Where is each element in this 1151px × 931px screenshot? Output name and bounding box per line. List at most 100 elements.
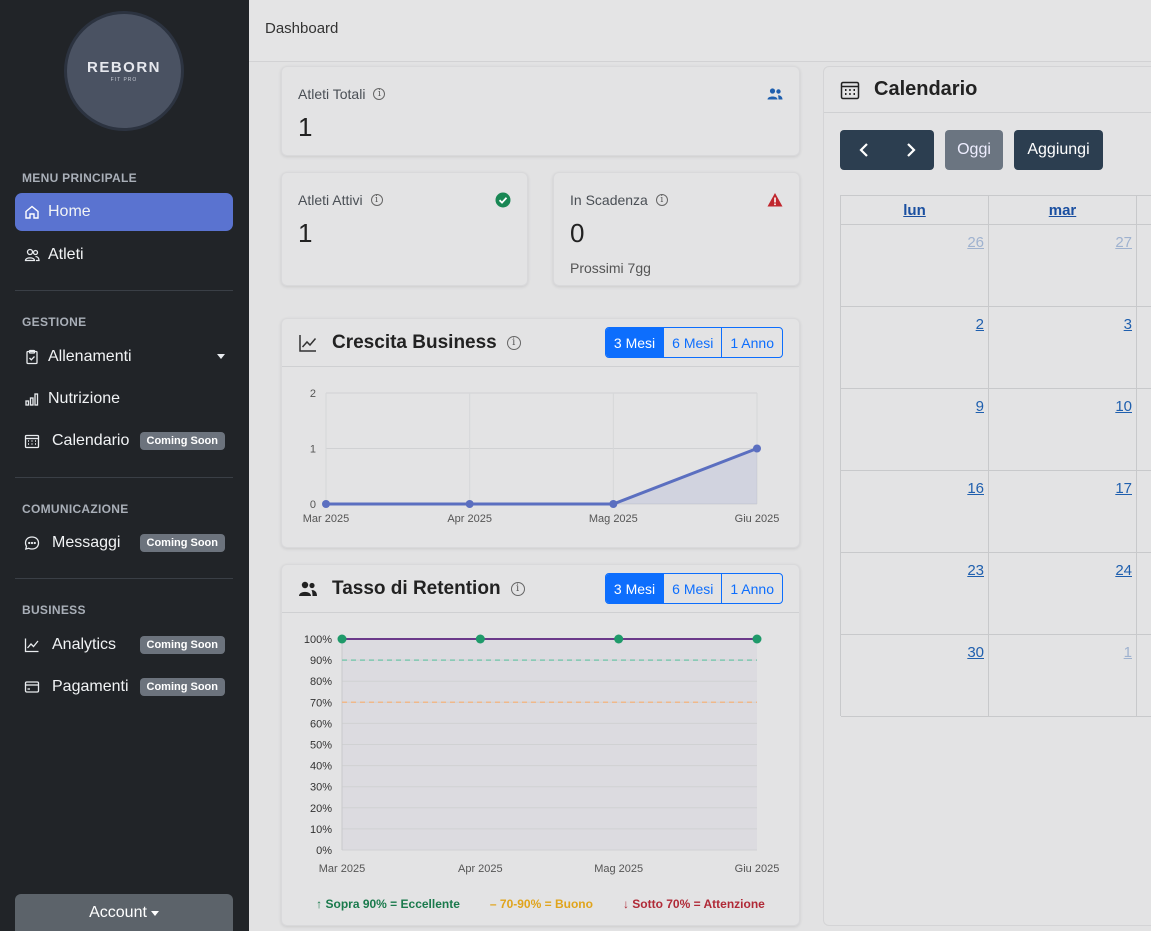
sidebar-item-nutrizione[interactable]: Nutrizione [15,380,233,418]
coming-soon-badge: Coming Soon [139,678,225,696]
data-point [337,634,347,644]
range-6-mesi[interactable]: 6 Mesi [664,328,723,357]
day-number[interactable]: 27 [1115,234,1132,251]
info-icon[interactable]: i [506,335,521,350]
calendar-day-cell[interactable]: 27 [989,225,1137,307]
x-tick-label: Apr 2025 [447,513,492,525]
calendar-day-cell[interactable]: 2 [841,307,989,389]
day-of-week-header[interactable]: mar [989,196,1137,225]
range-1-anno[interactable]: 1 Anno [722,328,782,357]
calendar-day-cell[interactable]: 3 [989,307,1137,389]
coming-soon-badge: Coming Soon [139,636,225,654]
range-selector: 3 Mesi 6 Mesi 1 Anno [604,573,783,604]
day-number[interactable]: 3 [1124,316,1132,333]
y-tick-label: 50% [310,740,332,752]
line-chart-icon [299,334,317,352]
sidebar-item-calendario[interactable]: Calendario Coming Soon [15,422,233,460]
stat-value: 0 [570,218,585,248]
calendar-day-cell[interactable] [1137,553,1151,635]
calendar-day-cell[interactable]: 17 [989,471,1137,553]
range-selector: 3 Mesi 6 Mesi 1 Anno [604,327,783,358]
day-number[interactable]: 10 [1115,398,1132,415]
sidebar-item-atleti[interactable]: Atleti [15,236,233,274]
stat-label-text: Atleti Attivi [298,192,363,208]
calendar-day-cell[interactable] [1137,471,1151,553]
day-number[interactable]: 26 [967,234,984,251]
calendar-title: Calendario [874,78,978,100]
day-number[interactable]: 1 [1124,644,1132,661]
day-number[interactable]: 30 [967,644,984,661]
calendar-month-grid: lun mar 26 27 2 3 9 10 16 17 23 24 30 1 [840,195,1151,717]
stat-card-atleti-attivi: Atleti Attivi i 1 [281,172,528,286]
y-tick-label: 80% [310,676,332,688]
calendar-day-cell[interactable]: 26 [841,225,989,307]
calendar-day-cell[interactable]: 1 [989,635,1137,717]
y-tick-label: 10% [310,824,332,836]
day-number[interactable]: 16 [967,480,984,497]
sidebar-item-analytics[interactable]: Analytics Coming Soon [15,626,233,664]
warning-icon [767,193,783,207]
today-button[interactable]: Oggi [945,130,1003,170]
day-of-week-header[interactable]: lun [841,196,989,225]
day-number[interactable]: 17 [1115,480,1132,497]
calendar-day-cell[interactable]: 10 [989,389,1137,471]
stat-value: 1 [298,218,313,248]
users-icon [299,581,317,596]
calendar-nav [840,130,934,170]
page-title: Dashboard [265,20,339,37]
prev-button[interactable] [840,130,887,170]
section-title-menu: MENU PRINCIPALE [22,171,137,185]
add-button[interactable]: Aggiungi [1014,130,1103,170]
y-tick-label: 60% [310,718,332,730]
range-1-anno[interactable]: 1 Anno [722,574,782,603]
info-icon[interactable]: i [373,88,386,100]
calendar-card: Calendario Oggi Aggiungi lun mar 26 27 2 3 9 10… [823,66,1151,926]
data-point [614,634,624,644]
calendar-day-cell[interactable]: 24 [989,553,1137,635]
range-3-mesi[interactable]: 3 Mesi [605,328,665,357]
day-number[interactable]: 24 [1115,562,1132,579]
range-3-mesi[interactable]: 3 Mesi [605,574,665,603]
stat-label: In Scadenza i [570,192,668,208]
data-point [475,634,485,644]
chart-header: Tasso di Retention i 3 Mesi 6 Mesi 1 Ann… [282,565,799,613]
sidebar-item-messaggi[interactable]: Messaggi Coming Soon [15,524,233,562]
y-tick-label: 0 [310,499,316,511]
stat-label: Atleti Totali i [298,86,386,102]
next-button[interactable] [887,130,934,170]
data-point [609,500,618,508]
sidebar-item-allenamenti[interactable]: Allenamenti [15,338,233,376]
x-tick-label: Mag 2025 [589,513,638,525]
calendar-day-cell[interactable]: 23 [841,553,989,635]
account-button[interactable]: Account [15,894,233,931]
calendar-day-cell[interactable] [1137,225,1151,307]
range-6-mesi[interactable]: 6 Mesi [664,574,723,603]
chevron-left-icon [858,143,868,157]
calendar-day-cell[interactable] [1137,389,1151,471]
calendar-day-cell[interactable] [1137,635,1151,717]
account-label: Account [89,904,147,921]
calendar-day-cell[interactable]: 30 [841,635,989,717]
info-icon[interactable]: i [655,194,668,206]
check-circle-icon [495,192,511,208]
sidebar-item-pagamenti[interactable]: Pagamenti Coming Soon [15,668,233,706]
info-icon[interactable]: i [370,194,383,206]
calendar-day-cell[interactable]: 9 [841,389,989,471]
stat-card-in-scadenza: In Scadenza i 0 Prossimi 7gg [553,172,800,286]
day-number[interactable]: 2 [976,316,984,333]
x-tick-label: Mag 2025 [594,863,643,875]
day-number[interactable]: 9 [976,398,984,415]
info-icon[interactable]: i [510,581,525,596]
coming-soon-badge: Coming Soon [139,534,225,552]
logo[interactable]: REBORN FIT PRO [64,11,184,131]
calendar-day-cell[interactable]: 16 [841,471,989,553]
retention-legend: ↑ Sopra 90% = Eccellente – 70-90% = Buon… [282,897,799,911]
crescita-chart: 0 1 2 Mar 2025 Apr 2025 Mag 2025 Giu 2025 [303,388,780,525]
calendar-day-cell[interactable] [1137,307,1151,389]
x-tick-label: Mar 2025 [319,863,365,875]
section-title-comunicazione: COMUNICAZIONE [22,502,129,516]
sidebar-item-home[interactable]: Home [15,193,233,231]
divider [15,578,233,579]
day-number[interactable]: 23 [967,562,984,579]
sidebar-item-label: Home [48,203,91,220]
